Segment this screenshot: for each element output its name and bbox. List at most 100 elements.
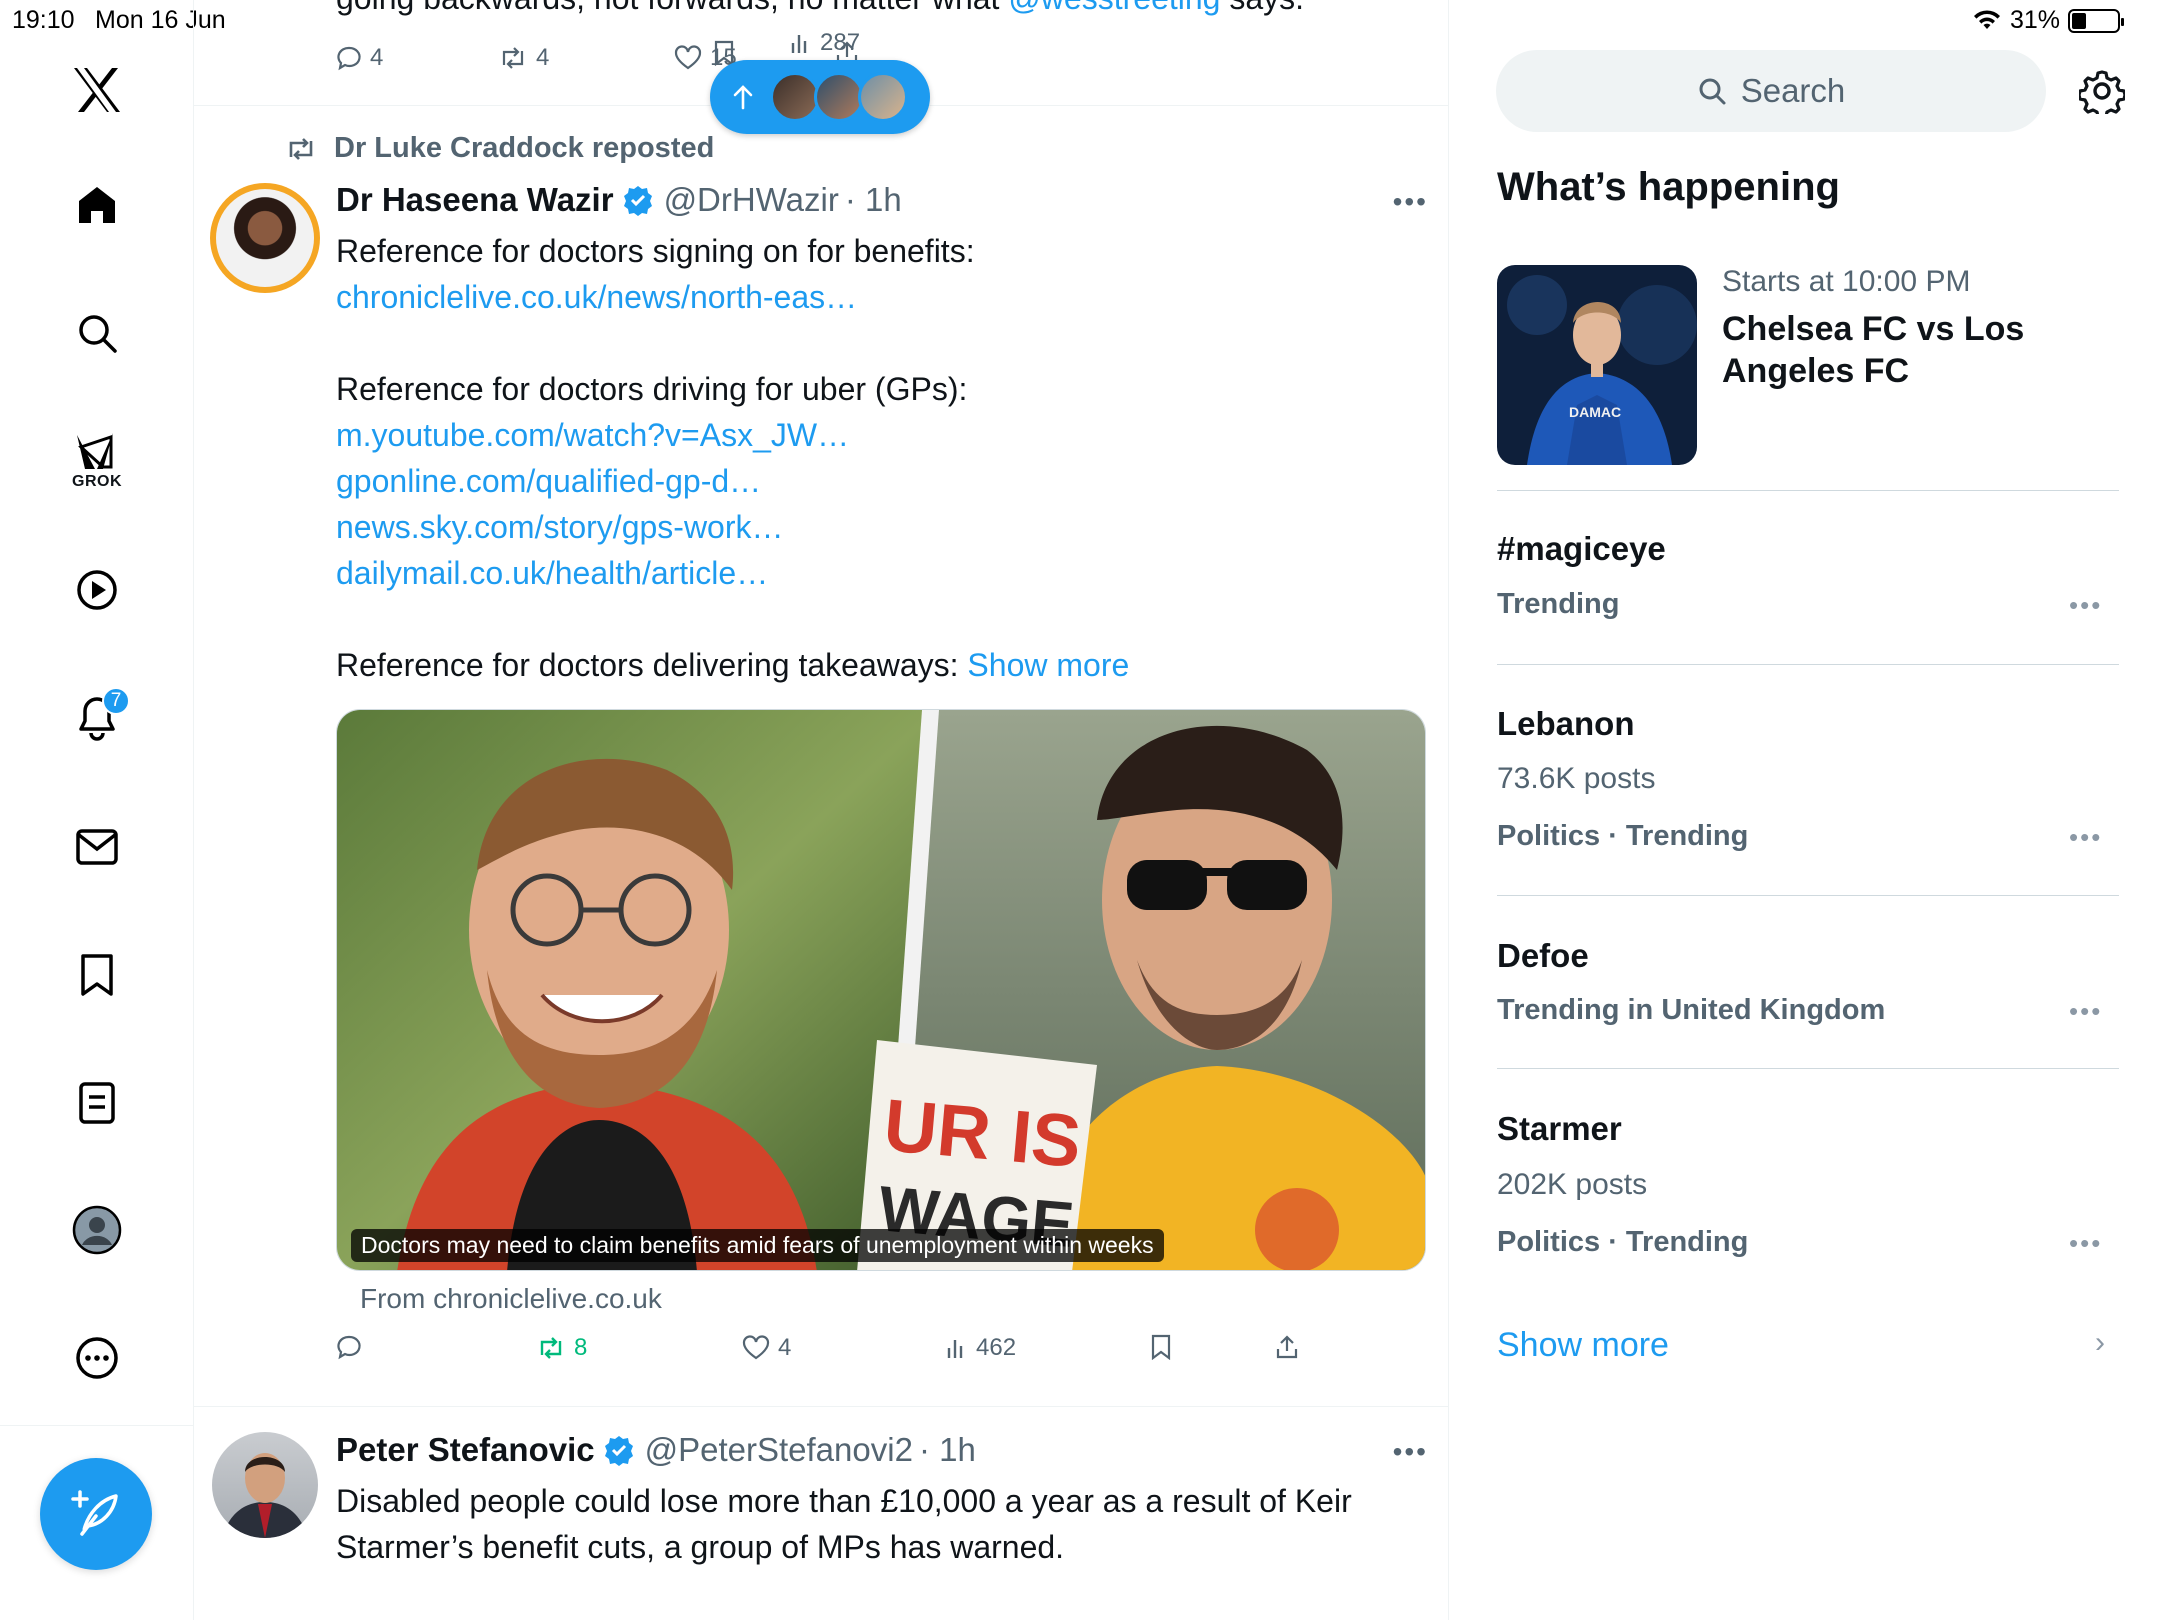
tweet-header: Dr Haseena Wazir @DrHWazir · 1h	[336, 181, 902, 219]
views-icon	[947, 1340, 963, 1358]
trend-more-icon[interactable]: •••	[2069, 1228, 2102, 1259]
tweet-link[interactable]: gponline.com/qualified-gp-d…	[336, 458, 1426, 504]
repost-button[interactable]: 8	[536, 1334, 587, 1362]
verified-badge-icon	[604, 1436, 633, 1466]
author-handle[interactable]: @DrHWazir	[664, 181, 839, 219]
trend-more-icon[interactable]: •••	[2069, 996, 2102, 1027]
feed-divider	[194, 1406, 1448, 1407]
show-more-link[interactable]: Show more	[967, 647, 1129, 683]
repost-count: 8	[574, 1334, 588, 1361]
tweet-link[interactable]: news.sky.com/story/gps-work…	[336, 504, 1426, 550]
timeline-feed[interactable]: going backwards, not forwards, no matter…	[194, 0, 1449, 1620]
left-nav: GROK 7	[0, 0, 194, 1620]
tweet-line-text: Reference for doctors delivering takeawa…	[336, 647, 968, 683]
avatar[interactable]	[210, 183, 320, 293]
trend-name[interactable]: Defoe	[1497, 937, 1589, 975]
link-card-image[interactable]: UR IS WAGE Doctors may need to claim ben…	[336, 709, 1426, 1271]
grok-label: GROK	[72, 473, 122, 490]
trend-separator	[1497, 1068, 2119, 1069]
bookmarks-icon[interactable]	[62, 940, 132, 1010]
share-button[interactable]	[1274, 1334, 1300, 1360]
search-placeholder: Search	[1740, 72, 1846, 109]
author-name[interactable]: Dr Haseena Wazir	[336, 181, 614, 219]
new-posts-pill[interactable]	[710, 60, 930, 134]
nav-separator	[0, 1425, 194, 1426]
verified-badge-icon	[623, 186, 652, 216]
tweet-link[interactable]: dailymail.co.uk/health/article…	[336, 550, 1426, 596]
search-nav-icon[interactable]	[62, 298, 132, 368]
repost-count: 4	[536, 44, 550, 71]
notifications-badge: 7	[102, 687, 130, 715]
more-options-icon[interactable]: •••	[1393, 1436, 1428, 1468]
avatar	[814, 72, 864, 122]
bookmark-icon	[1151, 1334, 1171, 1360]
sign-text-line1: UR IS	[881, 1083, 1085, 1183]
media-source[interactable]: From chroniclelive.co.uk	[360, 1283, 662, 1315]
x-logo-icon[interactable]	[62, 55, 132, 125]
prev-tweet-text: going backwards, not forwards, no matter…	[336, 0, 1304, 17]
trend-name[interactable]: Lebanon	[1497, 705, 1635, 743]
notifications-icon[interactable]: 7	[62, 683, 132, 753]
views-button[interactable]: 462	[946, 1334, 1016, 1362]
video-icon[interactable]	[62, 555, 132, 625]
reply-icon	[337, 1335, 361, 1360]
mention-link[interactable]: @wesstreeting	[1008, 0, 1220, 16]
app-root: 19:10 Mon 16 Jun 31% GROK 7 4 4 15 287 D…	[0, 0, 2160, 1620]
trend-name[interactable]: Starmer	[1497, 1110, 1622, 1148]
tweet-line: Reference for doctors signing on for ben…	[336, 233, 975, 269]
trend-name[interactable]: #magiceye	[1497, 530, 1666, 568]
tweet-link[interactable]: m.youtube.com/watch?v=Asx_JW…	[336, 412, 1426, 458]
heart-icon	[742, 1335, 770, 1360]
like-button[interactable]: 4	[742, 1334, 791, 1362]
more-options-icon[interactable]: •••	[1393, 186, 1428, 218]
repost-icon	[540, 1337, 562, 1359]
post-time[interactable]: · 1h	[845, 181, 902, 219]
reply-button[interactable]	[336, 1334, 370, 1360]
author-name[interactable]: Peter Stefanovic	[336, 1431, 595, 1469]
search-input[interactable]: Search	[1496, 50, 2046, 132]
event-image[interactable]: DAMAC	[1497, 265, 1697, 465]
avatar	[858, 72, 908, 122]
right-sidebar: Search What’s happening DAMAC Starts at …	[1449, 0, 2160, 1620]
trend-category: Politics · Trending	[1497, 1226, 1749, 1258]
heart-icon	[674, 45, 702, 70]
avatar	[770, 72, 820, 122]
grok-icon[interactable]: GROK	[62, 425, 132, 495]
views-count: 462	[976, 1334, 1017, 1361]
show-more-trends-link[interactable]: Show more	[1497, 1326, 1669, 1365]
settings-gear-icon[interactable]	[2077, 68, 2127, 120]
reply-button[interactable]: 4	[336, 44, 383, 72]
messages-icon[interactable]	[62, 812, 132, 882]
trend-category: Politics · Trending	[1497, 820, 1749, 852]
more-icon[interactable]	[62, 1323, 132, 1393]
tweet-actions: 8 4 462	[194, 1334, 1448, 1370]
post-time[interactable]: · 1h	[919, 1431, 976, 1469]
trend-more-icon[interactable]: •••	[2069, 822, 2102, 853]
author-handle[interactable]: @PeterStefanovi2	[645, 1431, 913, 1469]
reply-icon	[337, 46, 361, 71]
repost-icon	[502, 47, 524, 69]
share-icon	[1276, 1335, 1298, 1359]
reply-count: 4	[370, 44, 384, 71]
chevron-right-icon[interactable]: ›	[2095, 1326, 2105, 1360]
trend-separator	[1497, 895, 2119, 896]
tweet-link[interactable]: chroniclelive.co.uk/news/north-eas…	[336, 274, 1426, 320]
repost-button[interactable]: 4	[498, 44, 549, 72]
prev-tweet-text-after: says.	[1220, 0, 1304, 16]
trend-more-icon[interactable]: •••	[2069, 590, 2102, 621]
shirt-text: DAMAC	[1569, 404, 1621, 420]
event-photo: DAMAC	[1497, 265, 1697, 465]
tweet-line: Reference for doctors delivering takeawa…	[336, 642, 1426, 688]
event-time: Starts at 10:00 PM	[1722, 265, 1971, 298]
repost-attribution[interactable]: Dr Luke Craddock reposted	[284, 132, 714, 165]
trend-separator	[1497, 664, 2119, 665]
trend-posts: 73.6K posts	[1497, 762, 1656, 795]
compose-button[interactable]	[40, 1458, 152, 1570]
avatar[interactable]	[212, 1432, 318, 1538]
lists-icon[interactable]	[62, 1068, 132, 1138]
bookmark-button[interactable]	[1149, 1334, 1173, 1360]
event-title[interactable]: Chelsea FC vs Los Angeles FC	[1722, 308, 2102, 392]
profile-icon[interactable]	[62, 1195, 132, 1265]
tweet-header: Peter Stefanovic @PeterStefanovi2 · 1h	[336, 1431, 976, 1469]
home-icon[interactable]	[62, 170, 132, 240]
